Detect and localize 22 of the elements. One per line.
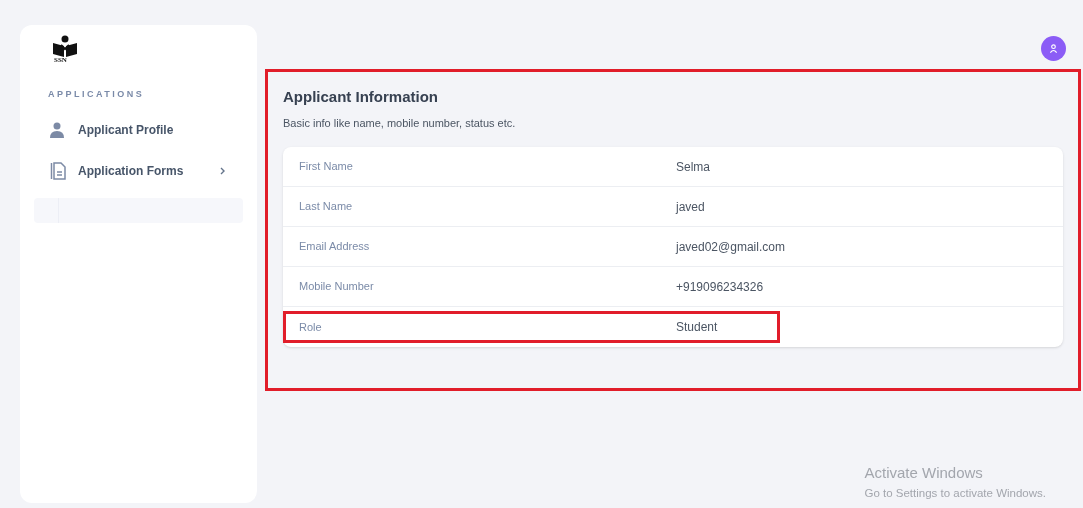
field-label: First Name: [299, 159, 354, 175]
document-icon: [50, 162, 67, 180]
person-icon: [1049, 44, 1058, 53]
logo-icon: [52, 35, 78, 57]
person-icon: [50, 121, 64, 139]
section-heading: APPLICATIONS: [47, 88, 146, 101]
field-value: +919096234326: [676, 278, 764, 296]
user-avatar[interactable]: [1041, 36, 1066, 61]
field-label: Mobile Number: [299, 279, 375, 295]
field-value: Selma: [676, 158, 710, 176]
field-label: Last Name: [299, 199, 354, 215]
section-title: Applicant Information: [283, 87, 439, 107]
activation-notice-title: Activate Windows: [864, 463, 984, 484]
field-value: javed02@gmail.com: [676, 238, 785, 256]
section-subtitle: Basic info like name, mobile number, status etc.: [283, 115, 517, 131]
activation-notice-text: Go to Settings to activate Windows.: [864, 485, 1046, 501]
field-value: Student: [676, 319, 718, 336]
field-value: javed: [676, 198, 705, 216]
field-label: Role: [299, 319, 323, 335]
sidebar-item[interactable]: Application Forms: [34, 150, 243, 192]
field-label: Email Address: [299, 239, 371, 255]
sidebar-item[interactable]: Applicant Profile: [34, 109, 243, 151]
